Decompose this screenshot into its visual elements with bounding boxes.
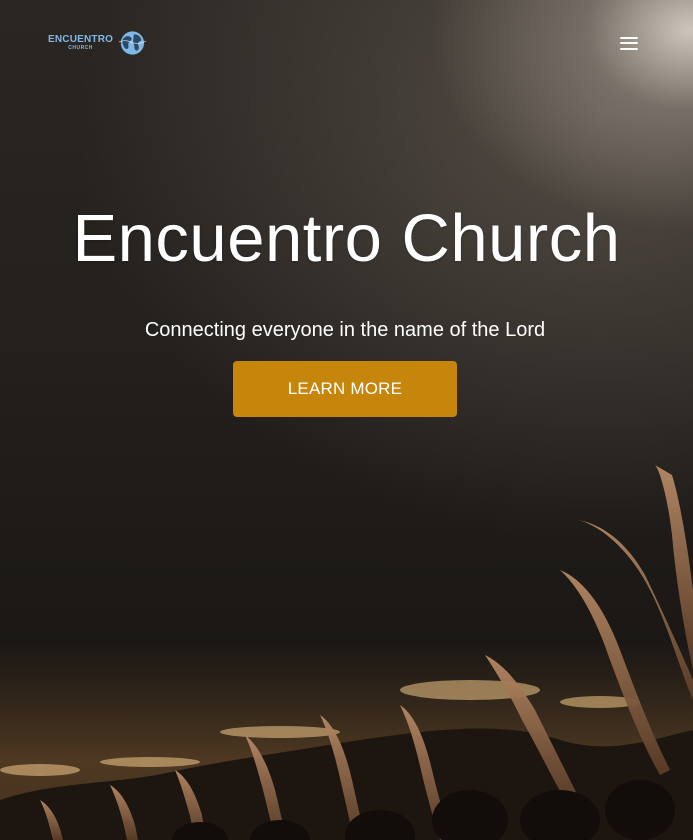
site-logo[interactable]: ENCUENTRO CHURCH — [48, 28, 150, 58]
logo-sub-text: CHURCH — [68, 45, 93, 51]
globe-icon — [118, 31, 147, 55]
hamburger-menu-icon — [620, 36, 638, 50]
hero-subtitle: Connecting everyone in the name of the L… — [144, 319, 546, 341]
crowd-background-image — [0, 465, 693, 840]
hero-title: Encuentro Church — [72, 201, 621, 276]
learn-more-button[interactable]: LEARN MORE — [233, 361, 457, 417]
menu-button[interactable] — [614, 30, 644, 56]
logo-wordmark: ENCUENTRO CHURCH — [48, 35, 113, 51]
logo-main-text: ENCUENTRO — [48, 34, 114, 45]
hero-section: ENCUENTRO CHURCH Encuentro Church Connec… — [0, 0, 693, 840]
top-navigation-bar: ENCUENTRO CHURCH — [0, 0, 693, 86]
